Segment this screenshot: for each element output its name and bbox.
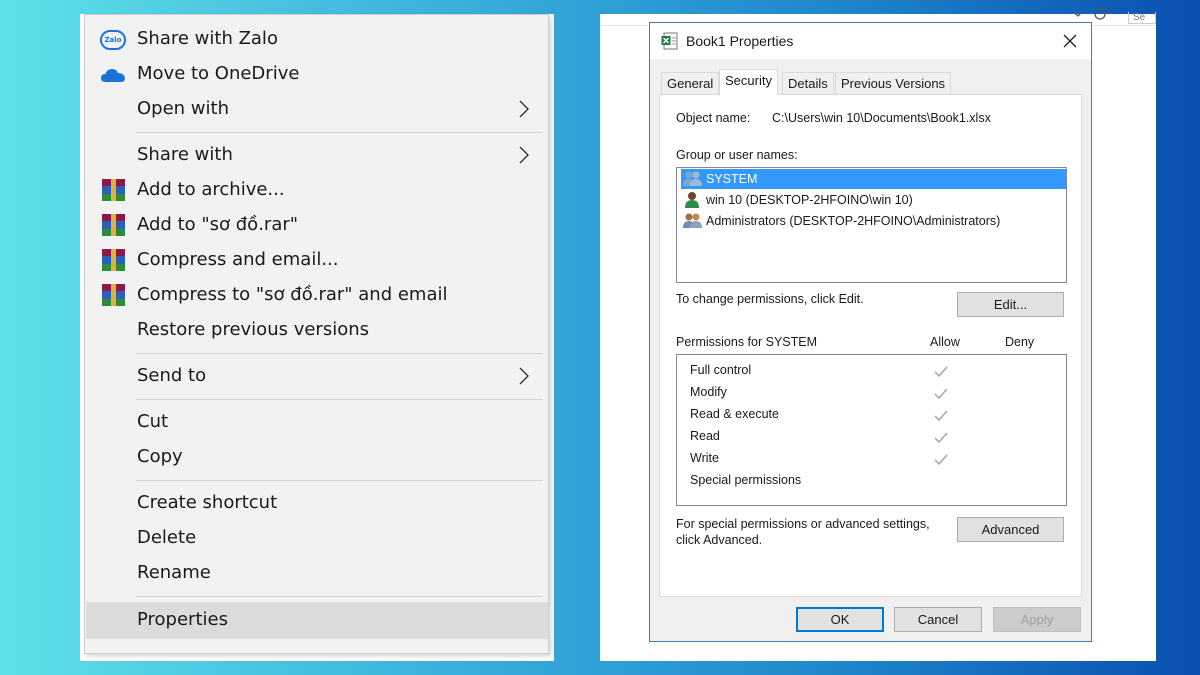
chevron-right-icon <box>518 99 530 119</box>
menu-item-compress-to-rar-email[interactable]: Compress to "sơ đồ.rar" and email <box>86 278 548 313</box>
winrar-icon <box>102 214 125 236</box>
allow-check-icon <box>934 409 948 422</box>
menu-item-share-zalo[interactable]: Zalo Share with Zalo <box>86 22 548 57</box>
menu-item-label: Restore previous versions <box>137 319 370 340</box>
menu-item-properties[interactable]: Properties <box>86 602 548 639</box>
menu-item-cut[interactable]: Cut <box>86 405 548 440</box>
permission-name: Read <box>690 429 720 443</box>
menu-separator <box>136 399 542 400</box>
menu-item-delete[interactable]: Delete <box>86 521 548 556</box>
excel-file-icon <box>661 32 678 50</box>
onedrive-icon <box>100 65 126 85</box>
context-menu: Zalo Share with Zalo Move to OneDrive Op… <box>84 14 549 654</box>
allow-check-icon <box>934 431 948 444</box>
permission-name: Modify <box>690 385 727 399</box>
menu-item-label: Share with <box>137 144 233 165</box>
permission-name: Special permissions <box>690 473 802 487</box>
menu-item-label: Open with <box>137 98 229 119</box>
user-name: SYSTEM <box>706 172 758 186</box>
menu-item-label: Delete <box>137 527 197 548</box>
allow-check-icon <box>934 387 948 400</box>
menu-item-label: Add to archive... <box>137 179 285 200</box>
menu-item-restore-previous[interactable]: Restore previous versions <box>86 313 548 348</box>
menu-separator <box>136 596 542 597</box>
ok-button[interactable]: OK <box>796 607 884 632</box>
object-name-label: Object name: <box>676 111 751 125</box>
tab-security[interactable]: Security <box>719 69 778 95</box>
menu-item-move-onedrive[interactable]: Move to OneDrive <box>86 57 548 92</box>
menu-item-label: Create shortcut <box>137 492 278 513</box>
menu-item-add-to-rar[interactable]: Add to "sơ đồ.rar" <box>86 208 548 243</box>
menu-item-compress-email[interactable]: Compress and email... <box>86 243 548 278</box>
edit-button[interactable]: Edit... <box>957 292 1064 317</box>
menu-item-copy[interactable]: Copy <box>86 440 548 475</box>
properties-dialog: Book1 Properties General Security Detail… <box>649 22 1092 642</box>
dialog-title: Book1 Properties <box>686 33 794 49</box>
menu-separator <box>136 132 542 133</box>
permission-name: Read & execute <box>690 407 779 421</box>
menu-item-label: Cut <box>137 411 169 432</box>
user-row-administrators[interactable]: Administrators (DESKTOP-2HFOINO\Administ… <box>681 211 1066 231</box>
user-icon <box>683 191 703 209</box>
allow-check-icon <box>934 453 948 466</box>
search-box-stub[interactable]: Se <box>1128 12 1156 24</box>
menu-item-label: Compress to "sơ đồ.rar" and email <box>137 284 448 305</box>
menu-item-rename[interactable]: Rename <box>86 556 548 591</box>
users-group-icon <box>683 212 703 230</box>
menu-item-create-shortcut[interactable]: Create shortcut <box>86 486 548 521</box>
menu-item-label: Share with Zalo <box>137 28 278 49</box>
dialog-titlebar[interactable]: Book1 Properties <box>650 23 1091 59</box>
tab-previous-versions[interactable]: Previous Versions <box>835 72 952 94</box>
menu-item-add-to-archive[interactable]: Add to archive... <box>86 173 548 208</box>
special-permissions-text: For special permissions or advanced sett… <box>676 517 930 531</box>
group-user-names-label: Group or user names: <box>676 148 798 162</box>
object-name-value: C:\Users\win 10\Documents\Book1.xlsx <box>772 111 991 125</box>
winrar-icon <box>102 249 125 271</box>
menu-separator <box>136 480 542 481</box>
permission-name: Full control <box>690 363 752 377</box>
user-name: Administrators (DESKTOP-2HFOINO\Administ… <box>706 214 1001 228</box>
deny-column-header: Deny <box>1005 335 1035 349</box>
permissions-for-label: Permissions for SYSTEM <box>676 335 818 349</box>
chevron-right-icon <box>518 145 530 165</box>
chevron-right-icon <box>518 366 530 386</box>
menu-item-share-with[interactable]: Share with <box>86 138 548 173</box>
menu-item-label: Send to <box>137 365 207 386</box>
users-group-icon <box>683 170 703 188</box>
advanced-button[interactable]: Advanced <box>957 517 1064 542</box>
menu-separator <box>136 353 542 354</box>
menu-item-label: Add to "sơ đồ.rar" <box>137 214 299 235</box>
cancel-button[interactable]: Cancel <box>894 607 982 632</box>
apply-button[interactable]: Apply <box>993 607 1081 632</box>
allow-column-header: Allow <box>930 335 960 349</box>
close-button[interactable] <box>1054 27 1086 55</box>
user-row-system[interactable]: SYSTEM <box>681 169 1066 189</box>
change-permissions-text: To change permissions, click Edit. <box>676 292 864 306</box>
tab-general[interactable]: General <box>661 72 720 94</box>
permission-name: Write <box>690 451 719 465</box>
menu-item-label: Compress and email... <box>137 249 339 270</box>
menu-item-send-to[interactable]: Send to <box>86 359 548 394</box>
explorer-window-background: Se Book1 Properties General Security Det… <box>600 8 1156 661</box>
user-row-win10[interactable]: win 10 (DESKTOP-2HFOINO\win 10) <box>681 190 1066 210</box>
context-menu-panel: Zalo Share with Zalo Move to OneDrive Op… <box>80 14 554 661</box>
allow-check-icon <box>934 365 948 378</box>
special-permissions-text-2: click Advanced. <box>676 533 763 547</box>
menu-item-label: Rename <box>137 562 211 583</box>
menu-item-label: Move to OneDrive <box>137 63 300 84</box>
winrar-icon <box>102 284 125 306</box>
winrar-icon <box>102 179 125 201</box>
security-tab-page: Object name: C:\Users\win 10\Documents\B… <box>659 94 1082 597</box>
menu-item-label: Properties <box>137 609 228 630</box>
tab-details[interactable]: Details <box>782 72 834 94</box>
user-name: win 10 (DESKTOP-2HFOINO\win 10) <box>706 193 913 207</box>
menu-item-label: Copy <box>137 446 183 467</box>
zalo-icon: Zalo <box>100 30 126 50</box>
menu-item-open-with[interactable]: Open with <box>86 92 548 127</box>
user-list[interactable]: SYSTEM win 10 (DESKTOP-2HFOINO\win 10) A… <box>676 167 1067 283</box>
permissions-list: Full control Modify Read & execute Read … <box>676 354 1067 506</box>
